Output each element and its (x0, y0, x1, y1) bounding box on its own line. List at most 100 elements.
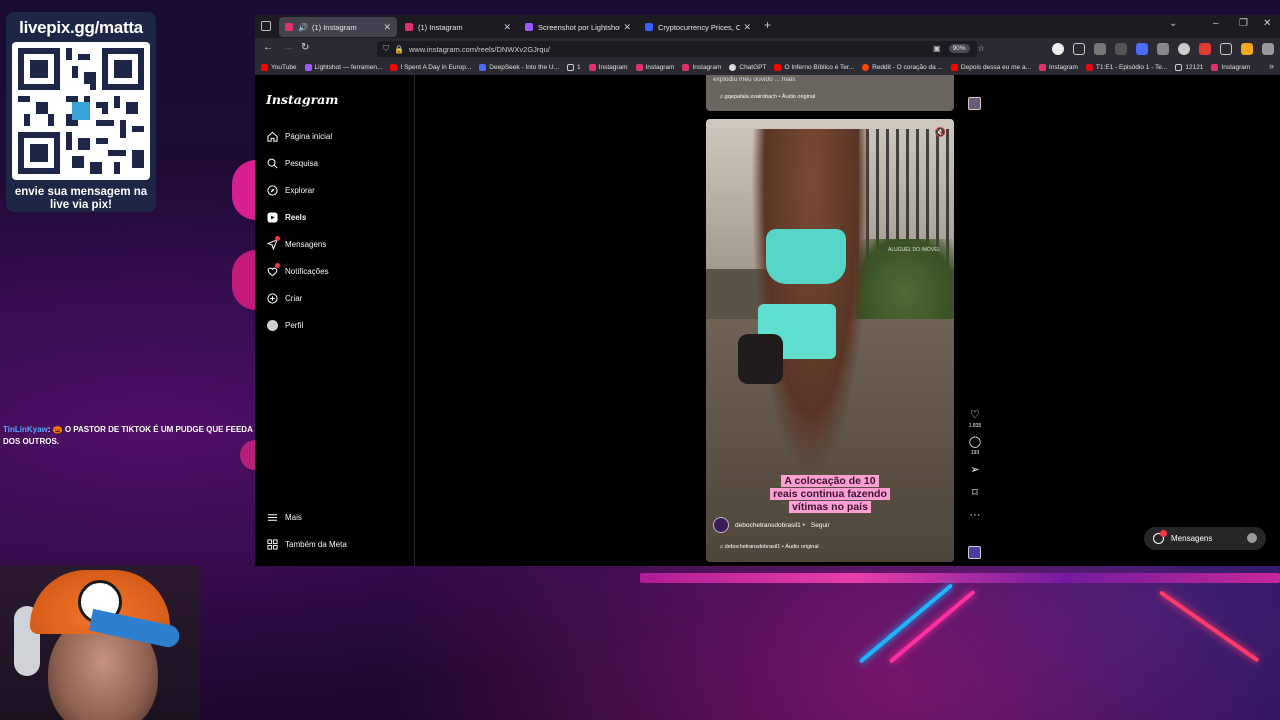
tab-instagram-1[interactable]: 🔊 (1) Instagram ✕ (279, 17, 397, 37)
nav-home[interactable]: Página inicial (266, 130, 332, 142)
close-window-button[interactable]: ✕ (1263, 18, 1271, 29)
nav-profile[interactable]: Perfil (266, 319, 303, 331)
mute-icon[interactable]: 🔇 (935, 127, 946, 138)
comment-button[interactable]: ◯ 193 (969, 436, 981, 456)
extension-icon[interactable] (1136, 43, 1148, 55)
bookmark-label: ChatGPT (739, 64, 767, 71)
share-button[interactable]: ➢ (970, 464, 979, 476)
follow-button[interactable]: Seguir (811, 522, 830, 529)
nav-messages[interactable]: Mensagens (266, 236, 326, 250)
previous-reel-audio[interactable]: ♫ gqepafala.xvairobach • Áudio original (719, 94, 815, 100)
reader-view-icon[interactable]: ▣ (933, 44, 941, 53)
speaker-icon[interactable]: 🔊 (298, 23, 308, 32)
bookmark-star-icon[interactable]: ☆ (978, 44, 985, 53)
author-avatar[interactable] (713, 517, 729, 533)
bookmark-label: Instagram (1049, 64, 1078, 71)
close-icon[interactable]: ✕ (743, 22, 751, 33)
reload-button[interactable]: ↻ (301, 42, 309, 53)
messages-pill-label: Mensagens (1171, 534, 1213, 543)
extension-icon[interactable] (1073, 43, 1085, 55)
extension-icon[interactable] (1094, 43, 1106, 55)
extension-icon[interactable] (1115, 43, 1127, 55)
chatgpt-icon (729, 64, 737, 71)
nav-label: Perfil (285, 320, 304, 330)
lock-icon[interactable]: 🔒 (394, 45, 404, 54)
save-button[interactable]: ⌑ (972, 487, 978, 499)
nav-reels[interactable]: Reels (266, 211, 306, 223)
bookmark-item[interactable]: Lightshot — ferramen... (304, 64, 383, 71)
extension-icon[interactable] (1199, 43, 1211, 55)
bookmark-folder[interactable]: 1 (567, 64, 581, 71)
bookmark-label: Lightshot — ferramen... (314, 64, 383, 71)
nav-notifications[interactable]: Notificações (266, 263, 329, 277)
previous-reel[interactable]: explodiu meu ouvido ... mais ♫ gqepafala… (706, 75, 954, 111)
bookmark-label: Reddit - O coração da ... (872, 64, 943, 71)
folder-icon (1175, 64, 1183, 71)
back-button[interactable]: ← (263, 42, 273, 53)
nav-more[interactable]: Mais (266, 511, 302, 523)
notification-badge (1160, 530, 1167, 537)
audio-thumbnail[interactable] (968, 97, 981, 110)
bookmark-item[interactable]: Instagram (1039, 64, 1078, 71)
instagram-icon (285, 23, 293, 31)
bookmark-item[interactable]: ChatGPT (729, 64, 766, 71)
tab-lightshot[interactable]: Screenshot por Lightshot ✕ (519, 17, 637, 37)
livepix-card: livepix.gg/matta envie sua mensagem na l… (6, 12, 156, 212)
bookmark-item[interactable]: Instagram (635, 64, 674, 71)
nav-search[interactable]: Pesquisa (266, 157, 318, 169)
address-bar[interactable]: ⛉ 🔒 www.instagram.com/reels/DNWXv2GJrqu/ (377, 41, 977, 57)
reel-audio[interactable]: ♫ debochetransdobrasil1 • Áudio original (719, 544, 819, 550)
bookmark-folder[interactable]: 12121 (1175, 64, 1203, 71)
minimize-button[interactable]: – (1213, 18, 1219, 29)
tab-overflow-icon[interactable]: ⌄ (1169, 18, 1177, 29)
youtube-icon (261, 64, 268, 71)
instagram-icon (1039, 64, 1047, 71)
like-button[interactable]: ♡ 1.835 (969, 409, 982, 429)
forward-button[interactable]: → (283, 42, 293, 53)
bookmark-item[interactable]: I Spent A Day in Europ... (390, 64, 471, 71)
bookmark-item[interactable]: YouTube (261, 64, 297, 71)
bookmark-item[interactable]: Instagram (588, 64, 628, 71)
new-tab-button[interactable]: + (764, 18, 771, 32)
bookmark-item[interactable]: Instagram (682, 64, 721, 71)
nav-also-from-meta[interactable]: Também da Meta (266, 538, 347, 550)
more-options-button[interactable]: ··· (970, 509, 981, 521)
extension-icon[interactable] (1178, 43, 1190, 55)
nav-create[interactable]: Criar (266, 292, 302, 304)
messages-pill[interactable]: Mensagens (1144, 527, 1266, 550)
reel-video[interactable]: ALUGUEL DO IMÓVEL 🔇 A colocação de 10 re… (706, 119, 954, 562)
like-count: 1.835 (968, 423, 982, 429)
qr-code-icon (18, 48, 144, 174)
bookmark-item[interactable]: DeepSeek - Into the U... (479, 64, 559, 71)
author-name[interactable]: debochetransdobrasil1 (735, 522, 801, 529)
extension-icon[interactable] (1157, 43, 1169, 55)
more-link[interactable]: mais (780, 76, 796, 83)
audio-thumbnail[interactable] (968, 546, 981, 559)
tracking-shield-icon[interactable]: ⛉ (383, 44, 389, 54)
close-icon[interactable]: ✕ (503, 22, 511, 33)
nav-label: Explorar (285, 185, 315, 195)
tab-instagram-2[interactable]: (1) Instagram ✕ (399, 17, 517, 37)
bookmark-item[interactable]: Depois dessa eu me a... (950, 64, 1031, 71)
nav-label: Criar (285, 293, 303, 303)
previous-reel-caption: explodiu meu ouvido ... mais (713, 76, 795, 83)
bookmark-label: YouTube (271, 64, 297, 71)
menu-icon[interactable] (1262, 43, 1274, 55)
close-icon[interactable]: ✕ (383, 22, 391, 33)
instagram-icon (682, 64, 690, 71)
bookmark-item[interactable]: Reddit - O coração da ... (862, 64, 943, 71)
bookmark-item[interactable]: T1:E1 - Episódio 1 - Te... (1085, 64, 1167, 71)
extension-icon[interactable] (1241, 43, 1253, 55)
extension-icon[interactable] (1052, 43, 1064, 55)
bookmark-item[interactable]: O Inferno Bíblico é Ter... (774, 64, 854, 71)
bookmark-item[interactable]: Instagram (1211, 64, 1250, 71)
close-icon[interactable]: ✕ (623, 22, 631, 33)
instagram-logo[interactable]: Instagram (266, 92, 339, 107)
bookmarks-overflow-icon[interactable]: » (1269, 61, 1274, 71)
maximize-button[interactable]: ❐ (1239, 18, 1248, 29)
tab-list-icon[interactable] (261, 21, 271, 31)
zoom-badge[interactable]: 90% (948, 44, 970, 53)
download-icon[interactable] (1220, 43, 1232, 55)
tab-coinmarketcap[interactable]: Cryptocurrency Prices, Charts A ✕ (639, 17, 757, 37)
nav-explore[interactable]: Explorar (266, 184, 315, 196)
